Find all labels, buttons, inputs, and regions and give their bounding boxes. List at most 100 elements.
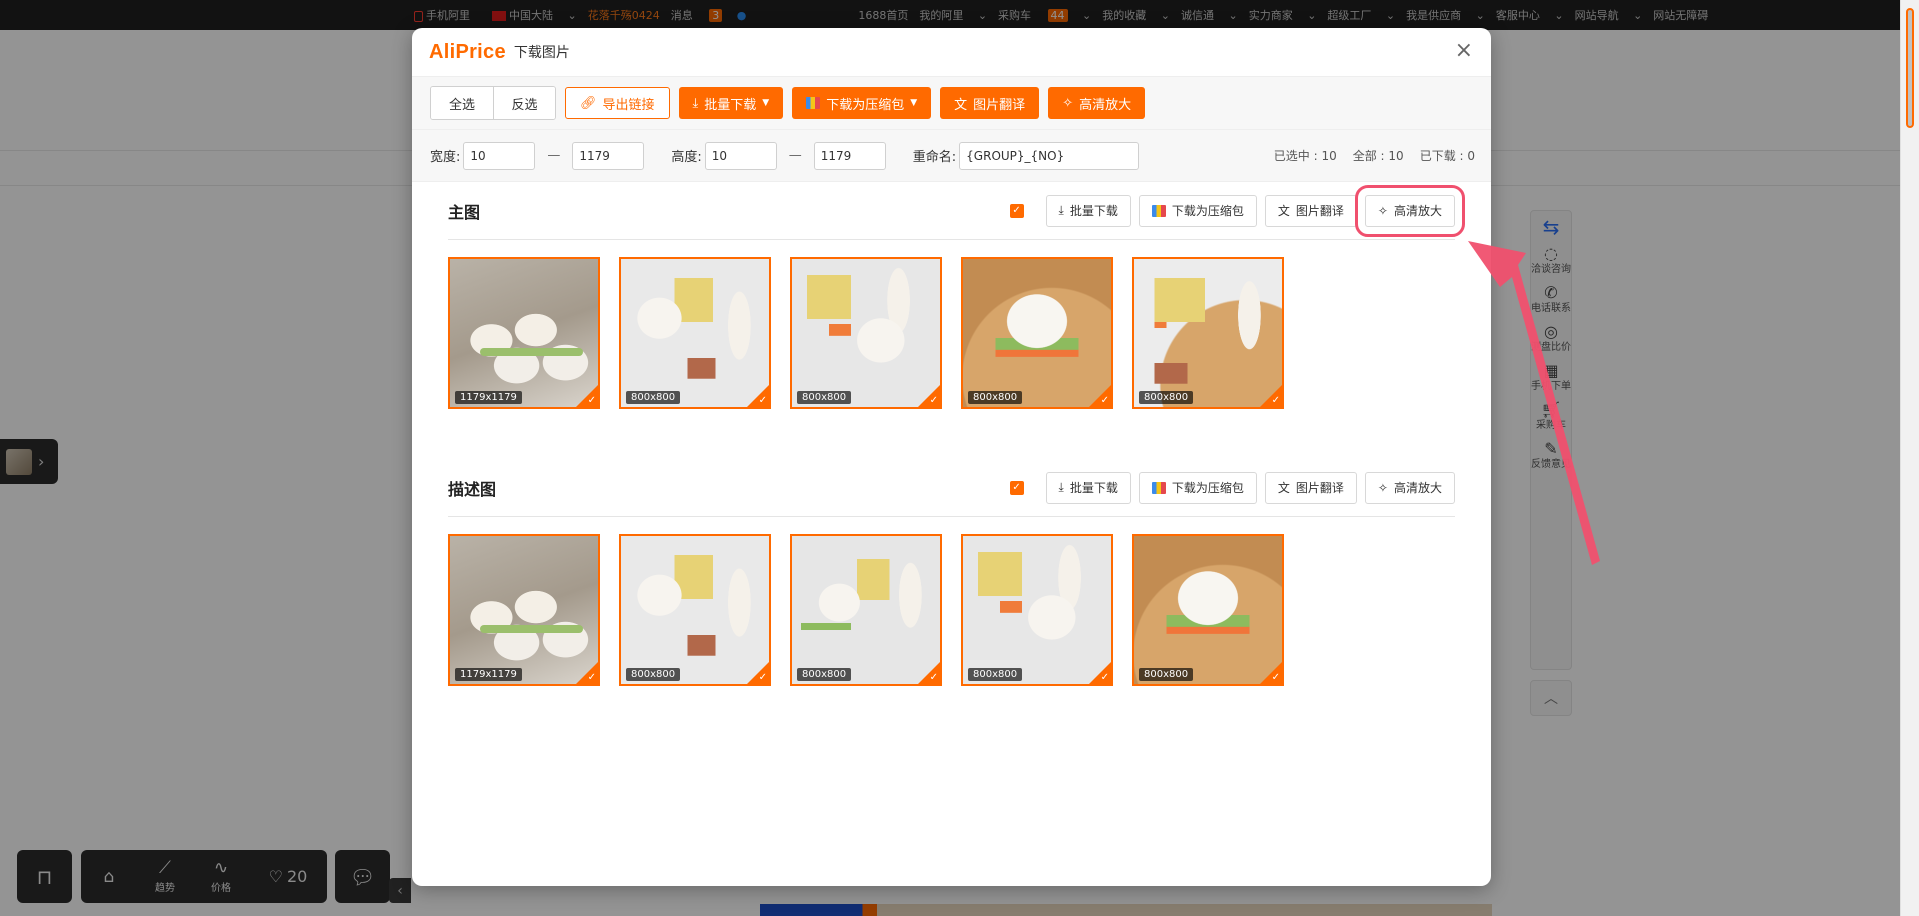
checkmark-icon: ✓ (929, 395, 938, 406)
image-thumbnail[interactable]: 800x800 ✓ (961, 534, 1113, 686)
button-label: 图片翻译 (1295, 204, 1344, 218)
main-images-section: 主图 ✓ ⤓ 批量下载 下载为压缩包 文图片翻译 ✧ 高清放大 1179x1179 ✓… (412, 182, 1491, 459)
image-size-label: 800x800 (626, 668, 681, 681)
image-thumbnail[interactable]: 800x800 ✓ (961, 257, 1113, 409)
image-size-label: 800x800 (797, 668, 852, 681)
image-thumbnail[interactable]: 800x800 ✓ (790, 257, 942, 409)
download-images-dialog: AliPrice 下载图片 × 全选 反选 🔗︎ 导出链接 ⤓ 批量下载 ▼ 下载为压… (412, 28, 1491, 886)
checkmark-icon: ✓ (587, 672, 596, 683)
magic-wand-icon: ✧ (1377, 480, 1388, 495)
export-links-label: 导出链接 (602, 97, 655, 113)
selected-count: 已选中 : 10 (1273, 149, 1337, 163)
section-upscale-button[interactable]: ✧ 高清放大 (1364, 471, 1455, 504)
image-size-label: 800x800 (1139, 668, 1194, 681)
checkmark-icon: ✓ (587, 395, 596, 406)
close-icon[interactable]: × (1455, 38, 1473, 64)
section-header: 描述图 ✓ ⤓ 批量下载 下载为压缩包 文图片翻译 ✧ 高清放大 (448, 459, 1455, 517)
translate-icon: 文 (954, 97, 968, 113)
select-all-button[interactable]: 全选 (431, 87, 493, 119)
image-size-label: 1179x1179 (455, 668, 522, 681)
image-thumbnail[interactable]: 800x800 ✓ (790, 534, 942, 686)
image-size-label: 1179x1179 (455, 391, 522, 404)
checkmark-icon: ✓ (758, 395, 767, 406)
invert-selection-button[interactable]: 反选 (493, 87, 555, 119)
download-zip-label: 下载为压缩包 (826, 97, 905, 113)
image-size-label: 800x800 (968, 391, 1023, 404)
dialog-toolbar: 全选 反选 🔗︎ 导出链接 ⤓ 批量下载 ▼ 下载为压缩包 ▼ 文图片翻译 ✧ 高清放大 (412, 76, 1491, 130)
selection-stats: 已选中 : 10 全部 : 10 已下载 : 0 (1274, 147, 1475, 164)
section-select-checkbox[interactable]: ✓ (1009, 203, 1024, 218)
section-download-zip-button[interactable]: 下载为压缩包 (1138, 194, 1257, 227)
caret-down-icon: ▼ (762, 98, 770, 108)
section-title: 主图 (448, 202, 481, 222)
range-dash: — (788, 148, 802, 163)
button-label: 高清放大 (1393, 204, 1442, 218)
height-max-input[interactable] (813, 141, 886, 170)
page-scrollbar[interactable] (1900, 0, 1919, 916)
magic-wand-icon: ✧ (1377, 203, 1388, 218)
translate-images-button[interactable]: 文图片翻译 (940, 87, 1040, 119)
scrollbar-thumb[interactable] (1906, 8, 1914, 128)
image-thumbnail[interactable]: 1179x1179 ✓ (448, 257, 600, 409)
export-links-button[interactable]: 🔗︎ 导出链接 (565, 87, 670, 119)
image-thumbnail[interactable]: 800x800 ✓ (619, 257, 771, 409)
image-size-label: 800x800 (797, 391, 852, 404)
dialog-title: 下载图片 (513, 45, 570, 61)
image-thumbnail[interactable]: 800x800 ✓ (619, 534, 771, 686)
download-icon: ⤓ (1058, 203, 1064, 217)
button-label: 下载为压缩包 (1171, 481, 1244, 495)
button-label: 批量下载 (1069, 481, 1118, 495)
image-thumbnail[interactable]: 800x800 ✓ (1132, 534, 1284, 686)
rename-pattern-input[interactable] (959, 141, 1140, 170)
translate-icon: 文 (1277, 481, 1290, 495)
button-label: 批量下载 (1069, 204, 1118, 218)
button-label: 下载为压缩包 (1171, 204, 1244, 218)
download-zip-button[interactable]: 下载为压缩包 ▼ (792, 87, 932, 119)
checkmark-icon: ✓ (1271, 672, 1280, 683)
checkmark-icon: ✓ (1271, 395, 1280, 406)
upscale-button[interactable]: ✧ 高清放大 (1048, 87, 1146, 119)
button-label: 高清放大 (1393, 481, 1442, 495)
section-translate-button[interactable]: 文图片翻译 (1264, 471, 1357, 504)
section-title: 描述图 (448, 479, 497, 499)
section-download-zip-button[interactable]: 下载为压缩包 (1138, 471, 1257, 504)
checkmark-icon: ✓ (1100, 395, 1109, 406)
image-size-label: 800x800 (968, 668, 1023, 681)
caret-down-icon: ▼ (910, 98, 918, 108)
magic-wand-icon: ✧ (1062, 95, 1074, 111)
section-actions: ✓ ⤓ 批量下载 下载为压缩包 文图片翻译 ✧ 高清放大 (1009, 471, 1455, 504)
checkmark-icon: ✓ (1100, 672, 1109, 683)
total-count: 全部 : 10 (1352, 149, 1404, 163)
selection-toggle: 全选 反选 (430, 86, 556, 120)
image-size-label: 800x800 (626, 391, 681, 404)
section-select-checkbox[interactable]: ✓ (1009, 480, 1024, 495)
width-label: 宽度: (430, 150, 461, 165)
height-min-input[interactable] (704, 141, 777, 170)
section-upscale-button[interactable]: ✧ 高清放大 (1354, 184, 1466, 237)
image-thumbnail[interactable]: 1179x1179 ✓ (448, 534, 600, 686)
width-max-input[interactable] (572, 141, 645, 170)
image-grid: 1179x1179 ✓ 800x800 ✓ 800x800 ✓ 800x800 ✓ 80… (448, 240, 1455, 459)
translate-icon: 文 (1277, 204, 1290, 218)
section-translate-button[interactable]: 文图片翻译 (1264, 194, 1357, 227)
aliprice-logo: AliPrice (429, 40, 506, 63)
description-images-section: 描述图 ✓ ⤓ 批量下载 下载为压缩包 文图片翻译 ✧ 高清放大 1179x1179… (412, 459, 1491, 736)
zip-icon (806, 97, 821, 109)
image-thumbnail[interactable]: 800x800 ✓ (1132, 257, 1284, 409)
batch-download-button[interactable]: ⤓ 批量下载 ▼ (678, 87, 784, 119)
section-batch-download-button[interactable]: ⤓ 批量下载 (1045, 194, 1131, 227)
size-filter-bar: 宽度: — 高度: — 重命名: 已选中 : 10 全部 : 10 已下载 : … (412, 130, 1491, 182)
width-min-input[interactable] (463, 141, 536, 170)
rename-label: 重命名: (912, 150, 957, 165)
upscale-label: 高清放大 (1079, 97, 1132, 113)
translate-label: 图片翻译 (973, 97, 1026, 113)
checkmark-icon: ✓ (929, 672, 938, 683)
zip-icon (1151, 204, 1166, 217)
download-icon: ⤓ (1058, 480, 1064, 494)
button-label: 图片翻译 (1295, 481, 1344, 495)
section-batch-download-button[interactable]: ⤓ 批量下载 (1045, 471, 1131, 504)
downloaded-count: 已下载 : 0 (1419, 149, 1475, 163)
section-header: 主图 ✓ ⤓ 批量下载 下载为压缩包 文图片翻译 ✧ 高清放大 (448, 182, 1466, 240)
download-icon: ⤓ (692, 95, 699, 111)
zip-icon (1151, 481, 1166, 494)
